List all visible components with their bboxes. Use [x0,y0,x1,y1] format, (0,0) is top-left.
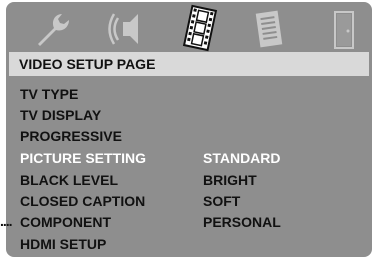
preference-page-icon[interactable] [246,6,292,52]
menu-item-progressive[interactable]: PROGRESSIVE [20,128,122,144]
menu-item-closed-caption[interactable]: CLOSED CAPTION [20,193,145,209]
menu-item-picture-setting[interactable]: PICTURE SETTING [20,150,146,166]
option-personal[interactable]: PERSONAL [203,214,281,230]
setup-icon-bar [6,2,372,52]
audio-setup-speaker-icon[interactable] [106,6,152,52]
menu-item-tv-type[interactable]: TV TYPE [20,86,78,102]
page-title: VIDEO SETUP PAGE [19,56,156,72]
menu-item-component[interactable]: COMPONENT [20,214,111,230]
exit-door-icon[interactable] [321,6,367,52]
menu-item-hdmi-setup[interactable]: HDMI SETUP [20,236,106,252]
menu-item-tv-display[interactable]: TV DISPLAY [20,107,101,123]
page-header: VIDEO SETUP PAGE [9,52,369,76]
menu-item-black-level[interactable]: BLACK LEVEL [20,172,118,188]
pointer-leader-dots: .... [0,213,13,229]
video-setup-film-icon[interactable] [176,4,224,52]
option-standard[interactable]: STANDARD [203,150,281,166]
general-setup-wrench-icon[interactable] [30,6,76,52]
option-soft[interactable]: SOFT [203,193,240,209]
osd-setup-screen: VIDEO SETUP PAGE TV TYPE TV DISPLAY PROG… [6,2,372,257]
option-bright[interactable]: BRIGHT [203,172,257,188]
